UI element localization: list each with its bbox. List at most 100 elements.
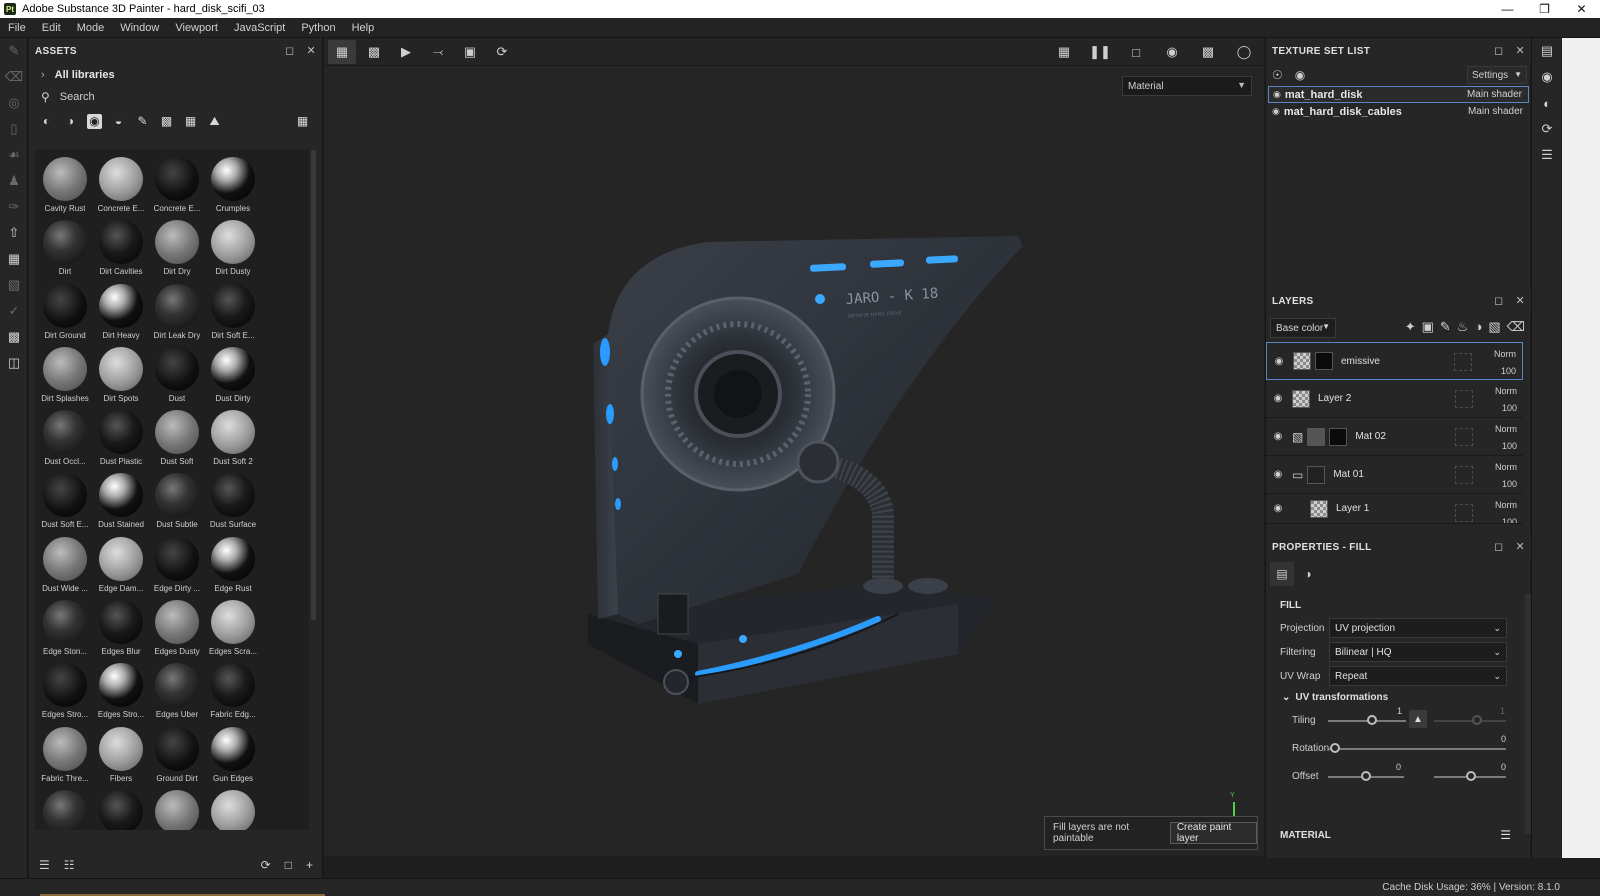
pause-icon[interactable]: ❚❚ [1086,40,1114,64]
close-icon[interactable]: ✕ [1563,0,1600,18]
float-panel-icon[interactable]: ◻ [1494,294,1503,307]
asset-tile[interactable]: Fabric Thre... [37,724,93,787]
asset-tile[interactable]: Cavity Rust [37,154,93,217]
menu-python[interactable]: Python [293,22,343,34]
layer-row[interactable]: ◉ ▭ Mat 01 Norm 100 [1266,456,1523,494]
texture-set-icon[interactable]: ▩ [0,324,28,350]
asset-tile[interactable]: Dirt Soft E... [205,281,261,344]
polygon-fill-icon[interactable]: ▯ [0,116,28,142]
add-effect-icon[interactable]: ✦ [1405,319,1416,335]
texture-set-list-icon[interactable]: ▤ [1532,38,1562,64]
asset-tile[interactable]: Edge Ston... [37,597,93,660]
bake-icon[interactable]: ▦ [0,246,28,272]
details-view-icon[interactable]: ☷ [64,858,75,872]
layer-blend-mode[interactable]: Norm [1495,459,1517,476]
export-icon[interactable]: ⇧ [0,220,28,246]
asset-tile[interactable]: Dust Soft [149,407,205,470]
asset-tile[interactable]: Gun Edges [205,724,261,787]
filter-materials-icon[interactable]: ◐ [39,114,54,129]
view-3d-icon[interactable]: ◉ [1158,40,1186,64]
menu-file[interactable]: File [0,22,34,34]
asset-tile[interactable]: Dust Occl... [37,407,93,470]
filtering-select[interactable]: Bilinear | HQ ⌄ [1329,642,1507,662]
layer-blend-mode[interactable]: Norm [1494,346,1516,363]
layer-row[interactable]: ◉ Layer 2 Norm 100 [1266,380,1523,418]
layer-mask-thumbnail[interactable] [1315,352,1333,370]
eye-icon[interactable]: ◉ [1268,431,1288,442]
asset-tile[interactable]: Edge Dam... [93,534,149,597]
offset-u-slider-knob[interactable] [1361,771,1371,781]
asset-tile[interactable]: Concrete E... [93,154,149,217]
filter-textures-icon[interactable]: ▦ [183,114,198,129]
sparse-grid-icon[interactable]: ▩ [360,40,388,64]
filter-smart-materials-icon[interactable]: ◑ [63,114,78,129]
texture-set-settings-icon[interactable]: ◉ [1532,64,1562,90]
filter-brushes-icon[interactable]: ✎ [135,114,150,129]
add-fill-layer-icon[interactable]: ♨ [1457,319,1469,335]
filter-smart-masks-icon[interactable]: ◉ [87,113,102,129]
clone-stamp-icon[interactable]: ♟ [0,168,28,194]
texture-set-row[interactable]: ◉ mat_hard_disk Main shader [1268,86,1529,103]
smudge-icon[interactable]: ☙ [0,142,28,168]
asset-tile[interactable]: Dirt Leak Dry [149,281,205,344]
asset-tile[interactable] [149,787,205,830]
layer-opacity[interactable]: 100 [1495,514,1517,523]
library-selector[interactable]: › All libraries [29,64,322,86]
hide-icon[interactable]: ☉ [1272,68,1283,82]
asset-tile[interactable]: Ground Dirt [149,724,205,787]
hide-shelf-icon[interactable]: ▦ [1050,40,1078,64]
texture-set-shader[interactable]: Main shader [1467,89,1522,100]
mirror-x-icon[interactable]: ▶ [392,40,420,64]
camera-icon[interactable]: ▩ [1194,40,1222,64]
filter-filters-icon[interactable]: ◒ [111,114,126,129]
new-folder-icon[interactable]: □ [285,858,292,872]
asset-search[interactable]: ⚲ Search [29,86,322,108]
asset-tile[interactable]: Crumples [205,154,261,217]
layer-opacity[interactable]: 100 [1495,438,1517,455]
menu-window[interactable]: Window [112,22,167,34]
asset-tile[interactable]: Dust Surface [205,470,261,533]
history-icon[interactable]: ⟳ [488,40,516,64]
screenshot-icon[interactable]: ◯ [1230,40,1258,64]
layer-opacity[interactable]: 100 [1495,400,1517,417]
menu-javascript[interactable]: JavaScript [226,22,293,34]
asset-tile[interactable]: Edges Stro... [37,660,93,723]
layer-name[interactable]: Layer 1 [1336,503,1369,514]
layer-row[interactable]: ◉ Layer 1 Norm 100 [1266,494,1523,524]
geometry-mask-icon[interactable]: ▧ [0,272,28,298]
minimize-icon[interactable]: — [1489,0,1526,18]
close-panel-icon[interactable]: ✕ [1515,540,1525,553]
dense-grid-icon[interactable]: ▦ [328,39,356,64]
asset-tile[interactable]: Concrete E... [149,154,205,217]
log-icon[interactable]: ☰ [1532,142,1562,168]
asset-tile[interactable]: Fibers [93,724,149,787]
eye-icon[interactable]: ◉ [1268,503,1288,514]
asset-tile[interactable]: Dirt Dusty [205,217,261,280]
layer-row[interactable]: ◉ emissive Norm 100 [1266,342,1523,380]
grid-view-icon[interactable]: ▦ [295,114,310,129]
asset-tile[interactable]: Edge Rust [205,534,261,597]
rotation-slider-knob[interactable] [1330,743,1340,753]
asset-tile[interactable]: Dirt Spots [93,344,149,407]
viewport[interactable]: ▦ ▩ ▶ ⤙ ▣ ⟳ ▦ ❚❚ □ ◉ ▩ ◯ Material ▼ JARO… [324,38,1264,856]
offset-v-slider-knob[interactable] [1466,771,1476,781]
texture-set-settings-dropdown[interactable]: Settings ▼ [1467,66,1527,84]
add-icon[interactable]: + [306,858,313,872]
asset-tile[interactable]: Dirt Dry [149,217,205,280]
asset-tile[interactable]: Dirt Heavy [93,281,149,344]
lock-icon[interactable]: ▲ [1409,710,1427,728]
projection-select[interactable]: UV projection ⌄ [1329,618,1507,638]
layer-blend-mode[interactable]: Norm [1495,421,1517,438]
eraser-icon[interactable]: ⌫ [0,64,28,90]
asset-tile[interactable]: Dust Wide ... [37,534,93,597]
close-panel-icon[interactable]: ✕ [306,44,316,57]
layer-blend-mode[interactable]: Norm [1495,497,1517,514]
close-panel-icon[interactable]: ✕ [1515,44,1525,57]
texture-set-shader[interactable]: Main shader [1468,106,1523,117]
add-mask-icon[interactable]: ▣ [1422,319,1434,335]
channel-select[interactable]: Base color ▼ [1270,318,1336,338]
list-view-icon[interactable]: ☰ [39,858,50,872]
float-panel-icon[interactable]: ◻ [1494,540,1503,553]
menu-edit[interactable]: Edit [34,22,69,34]
rotation-slider-track[interactable] [1328,748,1506,750]
